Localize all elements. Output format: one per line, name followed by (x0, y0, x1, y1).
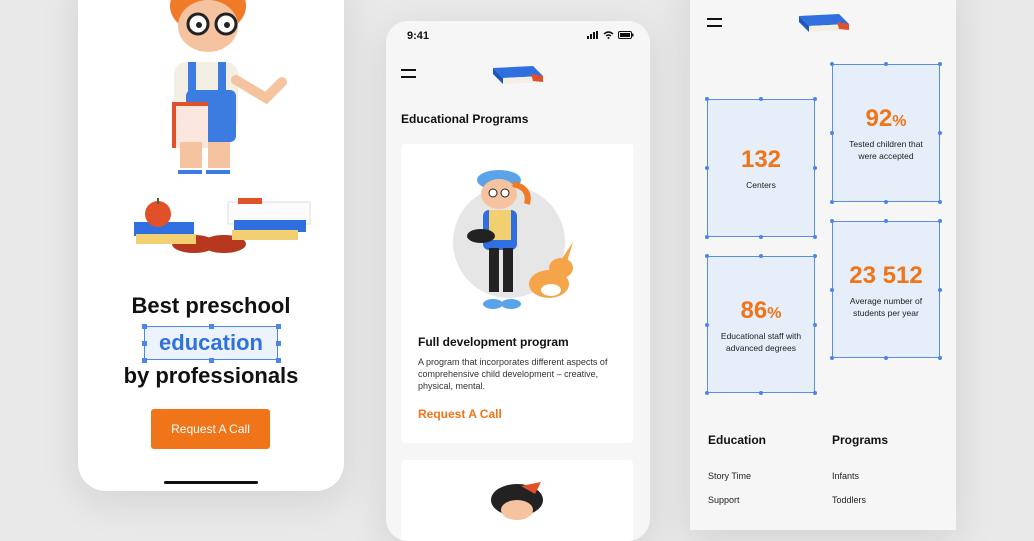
selection-handle (705, 391, 709, 395)
stat-value: 92% (865, 105, 907, 132)
hamburger-menu-icon[interactable] (707, 18, 722, 32)
skater-kid-illustration (453, 170, 573, 309)
selection-handle (759, 97, 763, 101)
footer-education-title: Education (708, 433, 767, 447)
stat-card-students-per-year: 23 512 Average number of students per ye… (830, 219, 942, 360)
selection-handle (938, 131, 942, 135)
selection-handle (830, 219, 834, 223)
stats-screen: 132 Centers 92% Tested children that wer… (690, 0, 956, 530)
selection-handle (830, 200, 834, 204)
selection-handle (938, 287, 942, 292)
footer-link-infants[interactable]: Infants (832, 471, 859, 481)
selection-handle (884, 356, 888, 360)
selection-handle (813, 97, 817, 101)
hamburger-menu-icon[interactable] (401, 69, 416, 83)
selection-handle (884, 200, 888, 204)
programs-screen: 9:41 Educational Programs Full developme… (386, 21, 650, 541)
landing-screen: Best preschool education by professional… (78, 0, 344, 491)
stat-card-centers: 132 Centers (705, 97, 817, 239)
stat-label: Centers (746, 180, 776, 190)
request-call-button[interactable]: Request A Call (151, 409, 270, 449)
selection-handle (813, 235, 817, 239)
home-indicator (164, 481, 258, 484)
stat-label: Tested children that were accepted (849, 139, 923, 161)
selection-handle (705, 97, 709, 101)
book-logo-icon[interactable] (489, 62, 545, 88)
selection-handle (759, 235, 763, 239)
selection-handle (275, 357, 281, 363)
boy-with-books-illustration (134, 0, 311, 253)
footer-link-toddlers[interactable]: Toddlers (832, 495, 866, 505)
stat-label: Average number of students per year (849, 296, 923, 318)
card-request-call-link[interactable]: Request A Call (418, 407, 502, 421)
headline-highlighted-word: education (141, 323, 281, 363)
selection-handle (759, 391, 763, 395)
program-card[interactable]: Full development program A program that … (401, 144, 633, 443)
selection-handle (705, 322, 709, 327)
stat-value: 132 (740, 146, 782, 173)
selection-handle (884, 62, 888, 66)
stat-value: 23 512 (849, 262, 923, 289)
selection-handle (884, 219, 888, 223)
selection-handle (830, 287, 834, 292)
book-logo-icon[interactable] (795, 10, 851, 36)
selection-handle (141, 340, 147, 346)
selection-handle (813, 166, 817, 170)
selection-handle (705, 166, 709, 170)
selection-handle (813, 322, 817, 327)
headline-line-1: Best preschool (131, 293, 291, 318)
signal-icon (587, 31, 598, 39)
selection-handle (141, 357, 147, 363)
headline-line-3: by professionals (123, 363, 299, 388)
battery-icon (618, 31, 634, 39)
status-icons (587, 31, 634, 39)
selection-handle (208, 357, 214, 363)
selection-handle (705, 235, 709, 239)
selection-handle (830, 356, 834, 360)
footer-link-support[interactable]: Support (708, 495, 740, 505)
card-title: Full development program (418, 335, 569, 349)
selection-handle (938, 356, 942, 360)
footer-link-story-time[interactable]: Story Time (708, 471, 751, 481)
selection-handle (830, 62, 834, 66)
selection-handle (705, 254, 709, 258)
kid-with-hat-illustration (491, 482, 543, 520)
selection-handle (938, 62, 942, 66)
selection-handle (141, 323, 147, 329)
stat-value: 86% (740, 297, 782, 324)
selection-handle (830, 131, 834, 135)
selection-handle (759, 254, 763, 258)
selection-handle (208, 323, 214, 329)
card-description: A program that incorporates different as… (418, 357, 608, 391)
selection-handle (813, 391, 817, 395)
program-card-2[interactable] (401, 460, 633, 541)
selection-handle (275, 340, 281, 346)
status-time: 9:41 (407, 30, 430, 42)
stat-card-educational-staff: 86% Educational staff with advanced degr… (705, 254, 817, 395)
selection-handle (938, 219, 942, 223)
selection-handle (813, 254, 817, 258)
stat-card-tested-children: 92% Tested children that were accepted (830, 62, 942, 204)
stat-label: Educational staff with advanced degrees (720, 331, 802, 353)
section-title: Educational Programs (401, 112, 529, 126)
selection-handle (938, 200, 942, 204)
selection-handle (275, 323, 281, 329)
footer-programs-title: Programs (832, 433, 889, 447)
wifi-icon (603, 31, 614, 39)
